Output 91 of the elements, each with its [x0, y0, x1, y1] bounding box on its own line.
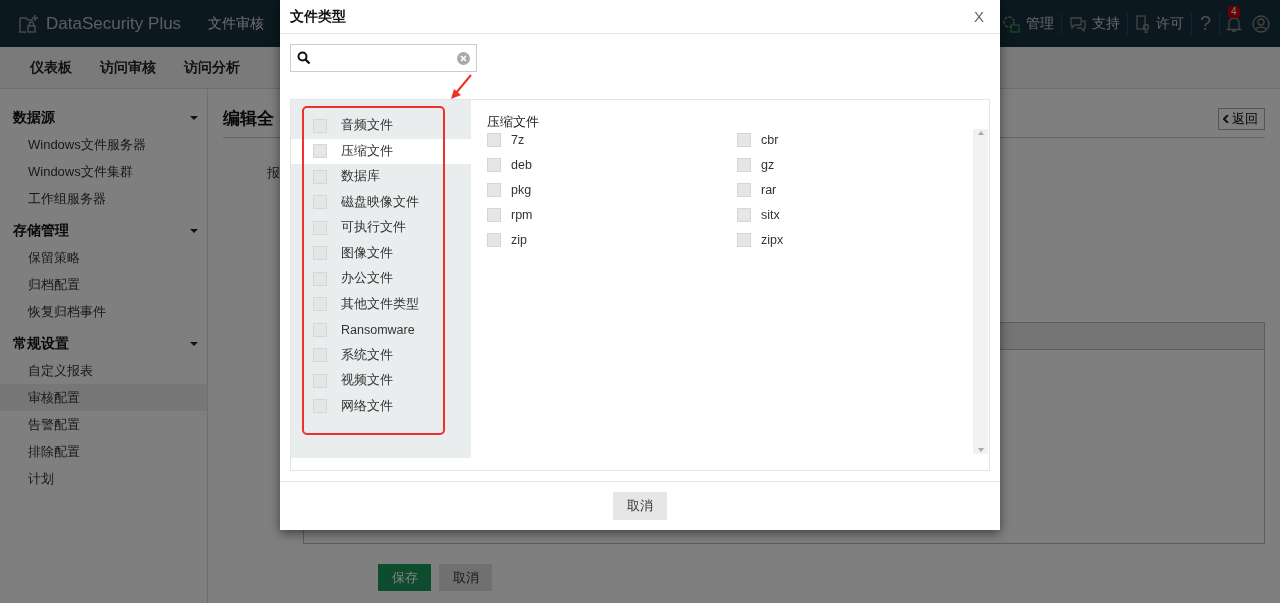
extension-label: gz [761, 158, 775, 172]
caret-icon[interactable] [189, 341, 199, 347]
folder-lock-icon [18, 12, 40, 35]
sidebar-group-title[interactable]: 常规设置 [13, 335, 69, 353]
checkbox[interactable] [737, 183, 751, 197]
category-item[interactable]: 办公文件 [291, 266, 471, 292]
checkbox[interactable] [313, 195, 327, 210]
save-button[interactable]: 保存 [378, 564, 431, 591]
category-item[interactable]: 压缩文件 [291, 138, 471, 164]
back-button[interactable]: 返回 [1218, 107, 1265, 130]
checkbox[interactable] [313, 144, 327, 159]
sidebar-item[interactable]: 保留策略 [0, 244, 207, 271]
app-logo: DataSecurity Plus [46, 13, 182, 34]
extension-label: deb [511, 158, 532, 172]
checkbox[interactable] [313, 348, 327, 363]
scroll-up-icon[interactable] [976, 129, 985, 137]
extension-label: pkg [511, 183, 532, 197]
checkbox[interactable] [487, 208, 501, 222]
category-item[interactable]: 其他文件类型 [291, 291, 471, 317]
section-title: 压缩文件 [487, 114, 540, 131]
sidebar-group-title[interactable]: 存储管理 [13, 222, 69, 240]
caret-icon[interactable] [189, 228, 199, 234]
extension-label: 7z [511, 133, 525, 147]
category-item[interactable]: 数据库 [291, 164, 471, 190]
search-field[interactable] [290, 44, 477, 72]
sidebar-item[interactable]: 工作组服务器 [0, 185, 207, 212]
category-item[interactable]: 视频文件 [291, 368, 471, 394]
license-button[interactable]: 许可 [1127, 12, 1192, 35]
checkbox[interactable] [487, 183, 501, 197]
sidebar-item[interactable]: Windows文件集群 [0, 158, 207, 185]
checkbox[interactable] [313, 322, 327, 337]
extension-label: rpm [511, 208, 533, 222]
menu-tab[interactable]: 文件审核 [208, 14, 264, 33]
nav-tab[interactable]: 仪表板 [16, 58, 86, 77]
sidebar-item[interactable]: 告警配置 [0, 411, 207, 438]
field-label: 报 [267, 164, 280, 182]
page-title: 编辑全 [223, 108, 274, 130]
sidebar-item[interactable]: 归档配置 [0, 271, 207, 298]
checkbox[interactable] [487, 133, 501, 147]
category-item[interactable]: 磁盘映像文件 [291, 189, 471, 215]
cancel-button[interactable]: 取消 [439, 564, 492, 591]
category-item[interactable]: 可执行文件 [291, 215, 471, 241]
sidebar-item[interactable]: 审核配置 [0, 384, 207, 411]
sidebar-item[interactable]: 排除配置 [0, 438, 207, 465]
category-item[interactable]: Ransomware [291, 317, 471, 343]
gear-icon [1000, 13, 1021, 34]
user-icon[interactable] [1252, 14, 1270, 33]
extension-label: cbr [761, 133, 779, 147]
chat-icon [1068, 14, 1087, 33]
scrollbar[interactable] [973, 129, 988, 454]
category-item[interactable]: 系统文件 [291, 342, 471, 368]
chevron-left-icon [1223, 114, 1229, 123]
checkbox[interactable] [313, 297, 327, 312]
extension-label: zipx [761, 233, 784, 247]
support-button[interactable]: 支持 [1061, 12, 1128, 35]
checkbox[interactable] [737, 233, 751, 247]
checkbox[interactable] [487, 158, 501, 172]
sidebar-group-title[interactable]: 数据源 [13, 109, 55, 127]
search-icon [297, 51, 311, 65]
cancel-button[interactable]: 取消 [613, 492, 667, 520]
sidebar-item[interactable]: 计划 [0, 465, 207, 492]
clear-icon[interactable] [457, 51, 470, 65]
close-button[interactable]: X [968, 7, 990, 26]
sidebar-item[interactable]: 自定义报表 [0, 357, 207, 384]
scroll-down-icon[interactable] [976, 446, 985, 454]
extension-label: zip [511, 233, 527, 247]
sidebar-item[interactable]: Windows文件服务器 [0, 131, 207, 158]
extension-label: sitx [761, 208, 780, 222]
checkbox[interactable] [737, 158, 751, 172]
category-item[interactable]: 音频文件 [291, 113, 471, 139]
checkbox[interactable] [313, 118, 327, 133]
certificate-icon [1134, 14, 1151, 33]
checkbox[interactable] [737, 208, 751, 222]
checkbox[interactable] [313, 399, 327, 414]
notification-badge: 4 [1228, 5, 1240, 18]
nav-tab[interactable]: 访问分析 [170, 58, 254, 77]
checkbox[interactable] [313, 220, 327, 235]
checkbox[interactable] [313, 246, 327, 261]
extension-label: rar [761, 183, 777, 197]
checkbox[interactable] [737, 133, 751, 147]
checkbox[interactable] [487, 233, 501, 247]
nav-tab[interactable]: 访问审核 [86, 58, 170, 77]
dialog-title: 文件类型 [290, 7, 346, 26]
checkbox[interactable] [313, 373, 327, 388]
checkbox[interactable] [313, 271, 327, 286]
category-item[interactable]: 网络文件 [291, 393, 471, 419]
sidebar-item[interactable]: 恢复归档事件 [0, 298, 207, 325]
checkbox[interactable] [313, 169, 327, 184]
category-item[interactable]: 图像文件 [291, 240, 471, 266]
annotation-arrow [450, 74, 474, 100]
caret-icon[interactable] [189, 115, 199, 121]
